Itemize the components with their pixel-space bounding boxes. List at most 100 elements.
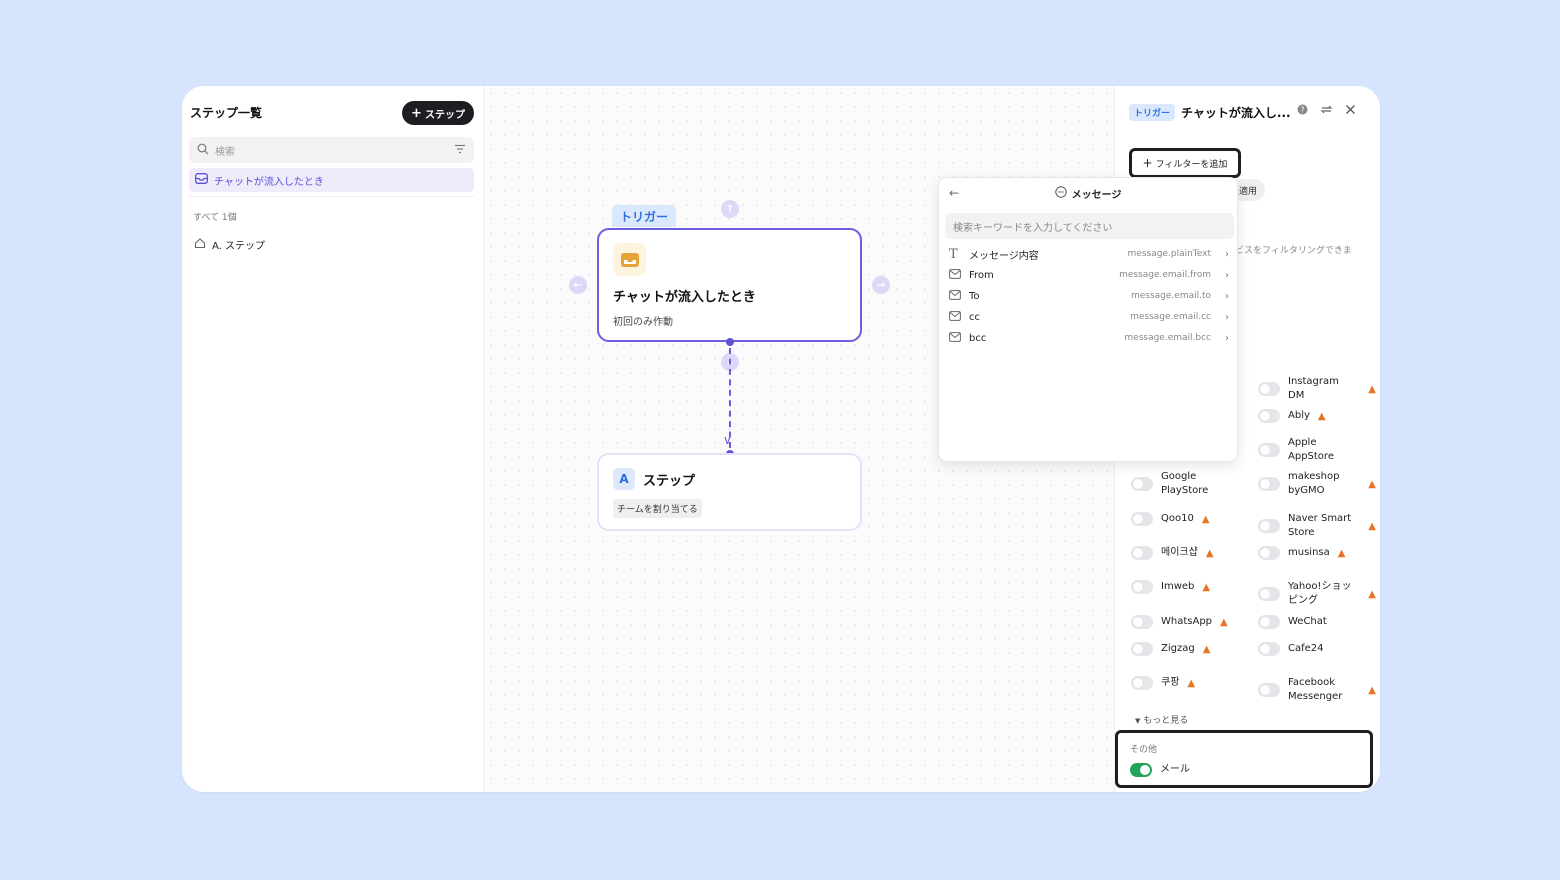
other-label: その他 — [1130, 745, 1158, 755]
channel-toggle[interactable]: Qoo10 ▲ — [1131, 512, 1249, 526]
step-title: ステップ — [643, 474, 696, 489]
description-text: ビスをフィルタリングできま — [1235, 246, 1352, 256]
toggle-switch[interactable] — [1131, 642, 1153, 656]
variable-row[interactable]: T メッセージ内容 message.plainText › — [949, 244, 1229, 264]
toggle-switch[interactable] — [1258, 382, 1280, 396]
toggle-switch[interactable] — [1258, 519, 1280, 533]
variable-row[interactable]: cc message.email.cc › — [949, 307, 1229, 327]
add-filter-button[interactable]: + フィルターを追加 — [1129, 148, 1241, 178]
other-section: その他 メール — [1115, 730, 1373, 788]
home-icon — [194, 237, 206, 252]
channel-toggle[interactable]: Facebook Messenger ▲ — [1258, 676, 1376, 704]
swap-icon[interactable] — [1320, 104, 1333, 118]
trigger-tag: トリガー — [612, 205, 677, 227]
caret-down-icon: ▼ — [1135, 717, 1141, 725]
toggle-switch[interactable] — [1131, 512, 1153, 526]
variable-row[interactable]: To message.email.to › — [949, 286, 1229, 306]
help-icon[interactable]: ? — [1297, 104, 1308, 118]
sidebar-item-step-a[interactable]: A. ステップ — [194, 237, 265, 252]
trigger-node[interactable]: チャットが流入したとき 初回のみ作動 — [597, 228, 862, 342]
channel-toggle-mail[interactable]: メール — [1130, 763, 1248, 777]
channel-toggle[interactable]: 메이크샵 ▲ — [1131, 546, 1249, 560]
variable-row[interactable]: From message.email.from › — [949, 265, 1229, 285]
filter-icon[interactable] — [454, 144, 466, 157]
toggle-switch[interactable] — [1258, 409, 1280, 423]
channel-toggle[interactable]: WeChat — [1258, 615, 1376, 629]
toggle-switch[interactable] — [1131, 615, 1153, 629]
toggle-switch[interactable] — [1131, 546, 1153, 560]
channel-toggle[interactable]: Naver Smart Store ▲ — [1258, 512, 1376, 540]
toggle-switch[interactable] — [1258, 587, 1280, 601]
sidebar-item-trigger[interactable]: チャットが流入したとき — [189, 168, 474, 192]
show-more-link[interactable]: ▼ もっと見る — [1135, 713, 1188, 726]
toggle-switch[interactable] — [1258, 443, 1280, 457]
channel-label: Imweb — [1161, 581, 1195, 592]
step-action-chip: チームを割り当てる — [613, 499, 702, 518]
channel-label: Cafe24 — [1288, 643, 1324, 654]
message-icon — [1054, 185, 1067, 201]
channel-toggle[interactable]: Instagram DM ▲ — [1258, 375, 1376, 403]
channel-label: Google PlayStore — [1161, 471, 1209, 496]
sidebar-item-label: A. ステップ — [212, 241, 266, 252]
variable-path: message.email.cc — [1130, 312, 1211, 322]
toggle-switch[interactable] — [1258, 642, 1280, 656]
channel-label: musinsa — [1288, 547, 1330, 558]
channel-toggle[interactable]: Cafe24 — [1258, 642, 1376, 656]
arrow-up-icon[interactable]: ↑ — [721, 200, 739, 218]
channel-toggle[interactable]: Imweb ▲ — [1131, 580, 1249, 594]
toggle-switch[interactable] — [1130, 763, 1152, 777]
warning-icon: ▲ — [1205, 547, 1214, 559]
channel-toggle[interactable]: musinsa ▲ — [1258, 546, 1376, 560]
add-step-button[interactable]: + ステップ — [402, 101, 474, 125]
show-more-label: もっと見る — [1143, 716, 1189, 726]
toggle-switch[interactable] — [1131, 676, 1153, 690]
variable-label: bcc — [969, 332, 987, 344]
channel-label: Yahoo!ショッピング — [1288, 581, 1352, 606]
step-search-input[interactable]: 検索 — [189, 137, 474, 163]
warning-icon: ▲ — [1337, 547, 1346, 559]
variable-row[interactable]: bcc message.email.bcc › — [949, 328, 1229, 348]
warning-icon: ▲ — [1368, 588, 1376, 600]
toggle-switch[interactable] — [1258, 546, 1280, 560]
panel-title: チャットが流入し... — [1181, 106, 1291, 120]
step-node[interactable]: A ステップ チームを割り当てる — [597, 453, 862, 531]
toggle-switch[interactable] — [1131, 477, 1153, 491]
channel-toggle[interactable]: makeshop byGMO ▲ — [1258, 470, 1376, 498]
warning-icon: ▲ — [1202, 581, 1211, 593]
close-icon[interactable] — [1345, 104, 1356, 118]
channel-toggle[interactable]: Google PlayStore — [1131, 470, 1249, 498]
channel-toggle[interactable]: 쿠팡 ▲ — [1131, 676, 1249, 690]
step-count: すべて 1個 — [193, 213, 237, 223]
step-badge: A — [613, 468, 635, 490]
steps-sidebar: ステップ一覧 + ステップ 検索 チャットが流入したとき すべて 1個 A. ス… — [182, 86, 484, 792]
add-step-label: ステップ — [424, 109, 465, 121]
trigger-subtitle: 初回のみ作動 — [613, 317, 673, 328]
arrow-right-icon[interactable]: → — [872, 276, 890, 294]
warning-icon: ▲ — [1368, 520, 1376, 532]
channel-toggle[interactable]: WhatsApp ▲ — [1131, 615, 1249, 629]
toggle-switch[interactable] — [1258, 683, 1280, 697]
channel-toggle[interactable]: Ably ▲ — [1258, 409, 1376, 423]
panel-actions: ? — [1297, 104, 1356, 118]
variable-path: message.plainText — [1127, 249, 1211, 259]
plus-icon: + — [1142, 156, 1153, 170]
channel-label: 쿠팡 — [1161, 677, 1180, 688]
toggle-switch[interactable] — [1258, 477, 1280, 491]
dropdown-header: メッセージ — [939, 178, 1237, 208]
text-icon: T — [949, 246, 958, 262]
arrow-left-icon[interactable]: ← — [569, 276, 587, 294]
channel-toggle[interactable]: Yahoo!ショッピング ▲ — [1258, 580, 1376, 608]
toggle-switch[interactable] — [1258, 615, 1280, 629]
channel-toggle[interactable]: Apple AppStore — [1258, 436, 1376, 464]
channel-label: Facebook Messenger — [1288, 677, 1343, 702]
chevron-right-icon: › — [1225, 311, 1229, 323]
channel-toggle[interactable]: Zigzag ▲ — [1131, 642, 1249, 656]
svg-text:?: ? — [1300, 105, 1304, 114]
warning-icon: ▲ — [1220, 616, 1228, 628]
connector-dot[interactable] — [726, 338, 734, 346]
variable-path: message.email.from — [1119, 270, 1211, 280]
warning-icon: ▲ — [1202, 643, 1211, 655]
variable-label: From — [969, 269, 994, 281]
toggle-switch[interactable] — [1131, 580, 1153, 594]
variable-search-input[interactable]: 検索キーワードを入力してください — [945, 213, 1234, 239]
